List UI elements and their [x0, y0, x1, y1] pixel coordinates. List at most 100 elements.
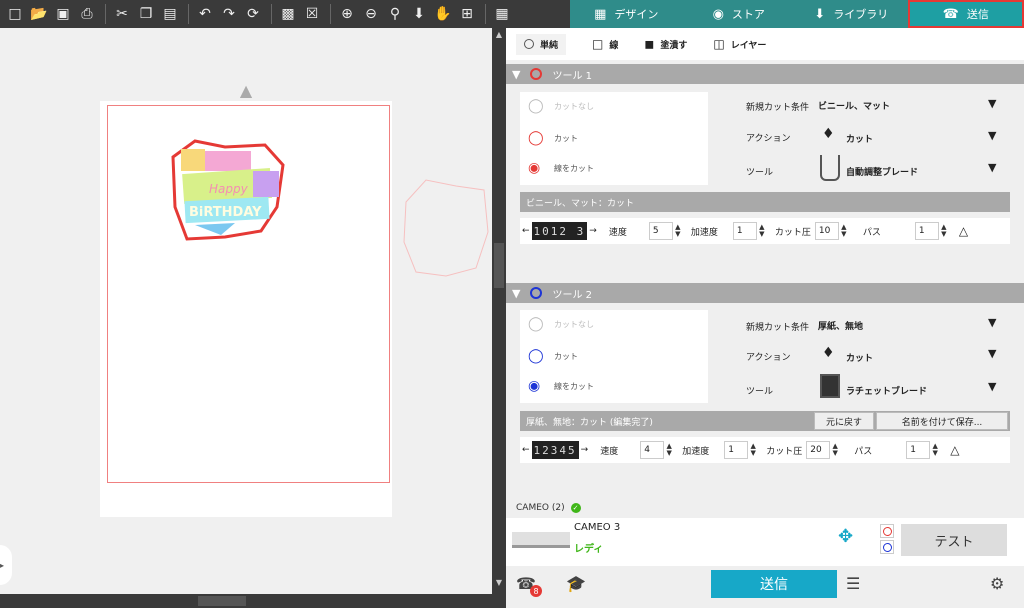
save-icon[interactable]: ▣	[52, 3, 74, 25]
refresh-icon[interactable]: ⟳	[242, 3, 264, 25]
speed-input[interactable]: 5	[648, 222, 673, 240]
save-as-button[interactable]: 名前を付けて保存...	[876, 412, 1008, 430]
spinner-icon[interactable]: ▲ ▼	[830, 443, 840, 457]
dropdown-arrow-icon[interactable]: ▼	[988, 316, 996, 329]
arrow-right-icon[interactable]: →	[579, 445, 591, 455]
library-icon: ⬇	[814, 6, 826, 22]
tool2-color-icon	[530, 287, 543, 299]
pressure-input[interactable]: 10	[814, 222, 839, 240]
vertical-scroll-thumb[interactable]	[494, 243, 504, 288]
tab-line[interactable]: □ 線	[592, 37, 618, 51]
birthday-artwork[interactable]: Happy BiRTHDAY	[165, 135, 291, 247]
tab-store[interactable]: ◉ ストア	[683, 0, 796, 28]
horizontal-scroll-thumb[interactable]	[198, 596, 246, 606]
action-value[interactable]: カット	[846, 132, 873, 145]
action-cut[interactable]: ◯ カット	[528, 348, 578, 364]
dropdown-arrow-icon[interactable]: ▼	[988, 97, 996, 110]
spinner-icon[interactable]: ▲ ▼	[673, 224, 683, 238]
more-icon[interactable]: △	[959, 224, 968, 238]
zoom-fit-icon[interactable]: ⚲	[384, 3, 406, 25]
tab-design[interactable]: ▦ デザイン	[570, 0, 683, 28]
blade-seq[interactable]: 12345	[531, 441, 579, 459]
tool1-select-icon[interactable]	[880, 524, 894, 538]
print-icon[interactable]: ⎙	[76, 3, 98, 25]
new-condition-value[interactable]: ビニール、マット	[818, 99, 890, 112]
check-icon: ✓	[570, 503, 581, 513]
spinner-icon[interactable]: ▲ ▼	[930, 443, 940, 457]
test-button[interactable]: テスト	[901, 524, 1007, 556]
action-cut[interactable]: ◯ カット	[528, 130, 578, 146]
new-condition-value[interactable]: 厚紙、無地	[818, 319, 863, 332]
action-cut-line[interactable]: ◉ 線をカット	[528, 160, 594, 176]
accel-input[interactable]: 1	[732, 222, 757, 240]
action-no-cut[interactable]: ◯ カットなし	[528, 316, 594, 332]
dropdown-arrow-icon[interactable]: ▼	[988, 129, 996, 142]
open-icon[interactable]: 📂	[28, 3, 50, 25]
arrow-left-icon[interactable]: ←	[520, 445, 532, 455]
spinner-icon[interactable]: ▲ ▼	[664, 443, 674, 457]
vertical-scrollbar[interactable]	[492, 28, 506, 594]
tool1-header[interactable]: ▼ ツール 1	[506, 64, 1024, 84]
tab-fill[interactable]: ◼ 塗潰す	[644, 37, 687, 51]
blade-seq[interactable]: 1012 3	[531, 222, 588, 240]
spinner-icon[interactable]: ▲ ▼	[839, 224, 849, 238]
tutorial-icon[interactable]: 🎓	[566, 574, 586, 593]
paste-icon[interactable]: ▤	[159, 3, 181, 25]
tab-library[interactable]: ⬇ ライブラリ	[795, 0, 908, 28]
tab-layer[interactable]: ◫ レイヤー	[713, 37, 766, 51]
send-button[interactable]: 送信	[711, 570, 837, 598]
cut-icon[interactable]: ✂	[111, 3, 133, 25]
action-no-cut[interactable]: ◯ カットなし	[528, 98, 594, 114]
arrow-right-icon[interactable]: →	[587, 226, 599, 236]
cut-line-icon: ◉	[528, 378, 541, 394]
dropdown-arrow-icon[interactable]: ▼	[988, 161, 996, 174]
dropdown-arrow-icon[interactable]: ▼	[988, 380, 996, 393]
spinner-icon[interactable]: ▲ ▼	[939, 224, 949, 238]
tool2-select-icon[interactable]	[880, 540, 894, 554]
store-icon: ◉	[712, 6, 724, 22]
grid-icon[interactable]: ▦	[491, 3, 513, 25]
gear-icon[interactable]: ⚙	[990, 574, 1004, 593]
more-icon[interactable]: △	[950, 443, 959, 457]
action-cut-line[interactable]: ◉ 線をカット	[528, 378, 594, 394]
spinner-icon[interactable]: ▲ ▼	[748, 443, 758, 457]
scroll-up-icon[interactable]: ▲	[494, 30, 504, 40]
redo-icon[interactable]: ↷	[218, 3, 240, 25]
list-icon[interactable]: ☰	[846, 574, 860, 593]
pan-icon[interactable]: ✋	[432, 3, 454, 25]
horizontal-scrollbar[interactable]	[0, 594, 506, 608]
zoom-in-icon[interactable]: ⊕	[336, 3, 358, 25]
action-value[interactable]: カット	[846, 351, 873, 364]
revert-button[interactable]: 元に戻す	[814, 412, 874, 430]
setting-name: 厚紙、無地：カット (編集完了)	[526, 417, 653, 428]
arrow-left-icon[interactable]: ←	[520, 226, 532, 236]
pressure-input[interactable]: 20	[806, 441, 831, 459]
tab-simple[interactable]: 単純	[516, 33, 567, 55]
spinner-icon[interactable]: ▲ ▼	[757, 224, 767, 238]
tool2-header[interactable]: ▼ ツール 2	[506, 283, 1024, 303]
move-arrows-icon[interactable]: ✥	[838, 526, 853, 547]
new-icon[interactable]: □	[4, 3, 26, 25]
pass-input[interactable]: 1	[906, 441, 931, 459]
toolbar-divider	[330, 4, 331, 24]
collapse-icon[interactable]: ▼	[512, 287, 520, 300]
accel-input[interactable]: 1	[724, 441, 749, 459]
move-down-icon[interactable]: ⬇	[408, 3, 430, 25]
ungroup-icon[interactable]: ☒	[301, 3, 323, 25]
tool-value[interactable]: ラチェットブレード	[846, 384, 927, 397]
zoom-out-icon[interactable]: ⊖	[360, 3, 382, 25]
speed-input[interactable]: 4	[640, 441, 665, 459]
copy-icon[interactable]: ❐	[135, 3, 157, 25]
panel-toggle-icon[interactable]: ▸	[0, 545, 12, 585]
group-icon[interactable]: ▩	[277, 3, 299, 25]
dropdown-arrow-icon[interactable]: ▼	[988, 347, 996, 360]
pass-input[interactable]: 1	[914, 222, 939, 240]
collapse-icon[interactable]: ▼	[512, 68, 520, 81]
add-icon[interactable]: ⊞	[456, 3, 478, 25]
arrow-up-icon[interactable]: ▲	[236, 81, 256, 100]
tab-send[interactable]: ☎ 送信	[907, 0, 1024, 28]
no-cut-icon: ◯	[528, 98, 544, 114]
tool-value[interactable]: 自動調整ブレード	[846, 165, 918, 178]
undo-icon[interactable]: ↶	[194, 3, 216, 25]
scroll-down-icon[interactable]: ▼	[494, 578, 504, 588]
